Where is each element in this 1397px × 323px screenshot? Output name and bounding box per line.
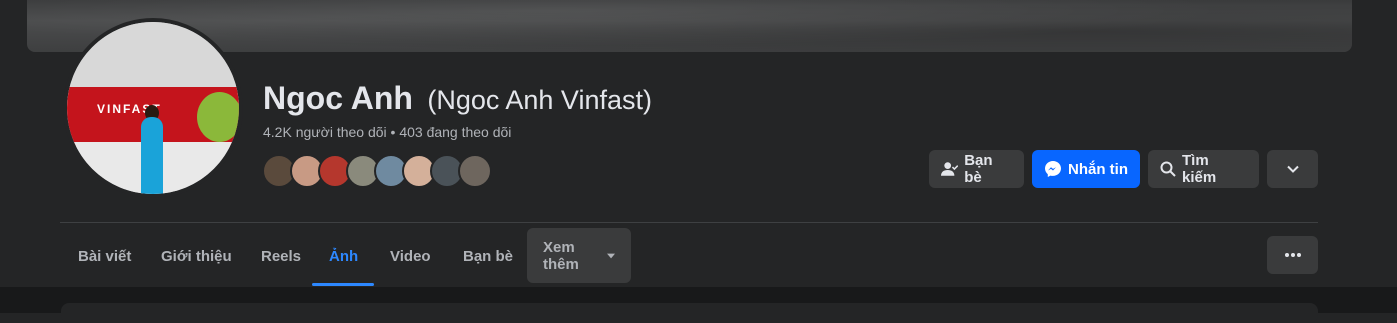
friends-button[interactable]: Bạn bè: [929, 150, 1024, 188]
active-tab-indicator: [312, 283, 374, 286]
friend-avatar[interactable]: [458, 154, 492, 188]
tab-see-more[interactable]: Xem thêm: [527, 228, 631, 283]
avatar-person: [141, 117, 163, 194]
friend-check-icon: [941, 162, 959, 176]
tab-about[interactable]: Giới thiệu: [145, 228, 248, 284]
mutual-friends-avatars[interactable]: [262, 154, 492, 188]
tab-label: Bài viết: [78, 247, 132, 265]
profile-name: Ngoc Anh: [263, 80, 413, 116]
profile-alternate-name: (Ngoc Anh Vinfast): [427, 85, 652, 115]
friends-button-label: Bạn bè: [964, 152, 993, 186]
search-icon: [1160, 161, 1176, 177]
tab-label: Bạn bè: [463, 247, 514, 265]
tab-label: Video: [390, 247, 431, 265]
profile-options-button[interactable]: [1267, 236, 1318, 274]
chevron-down-icon: [1286, 165, 1299, 173]
search-button-label: Tìm kiếm: [1182, 152, 1217, 186]
message-button-label: Nhắn tin: [1068, 160, 1128, 178]
header-divider: [60, 222, 1318, 223]
tab-label: Giới thiệu: [161, 247, 232, 265]
tab-reels[interactable]: Reels: [245, 228, 317, 284]
tab-label: Xem thêm: [543, 238, 579, 273]
tab-posts[interactable]: Bài viết: [62, 228, 147, 284]
more-actions-button[interactable]: [1267, 150, 1318, 188]
tab-label: Reels: [261, 247, 302, 265]
tab-label: Ảnh: [329, 247, 359, 265]
tab-videos[interactable]: Video: [374, 228, 447, 284]
profile-name-row: Ngoc Anh (Ngoc Anh Vinfast): [263, 80, 652, 117]
more-horizontal-icon: [1284, 253, 1301, 257]
messenger-icon: [1045, 161, 1061, 177]
tab-friends[interactable]: Bạn bè: [447, 228, 529, 284]
tab-photos[interactable]: Ảnh: [313, 228, 374, 284]
message-button[interactable]: Nhắn tin: [1032, 150, 1140, 188]
content-card: [61, 303, 1318, 323]
search-button[interactable]: Tìm kiếm: [1148, 150, 1259, 188]
caret-down-icon: [606, 253, 615, 258]
avatar-plant: [197, 92, 239, 142]
follower-stats[interactable]: 4.2K người theo dõi • 403 đang theo dõi: [263, 124, 511, 140]
profile-avatar[interactable]: VINFAST: [63, 18, 243, 198]
